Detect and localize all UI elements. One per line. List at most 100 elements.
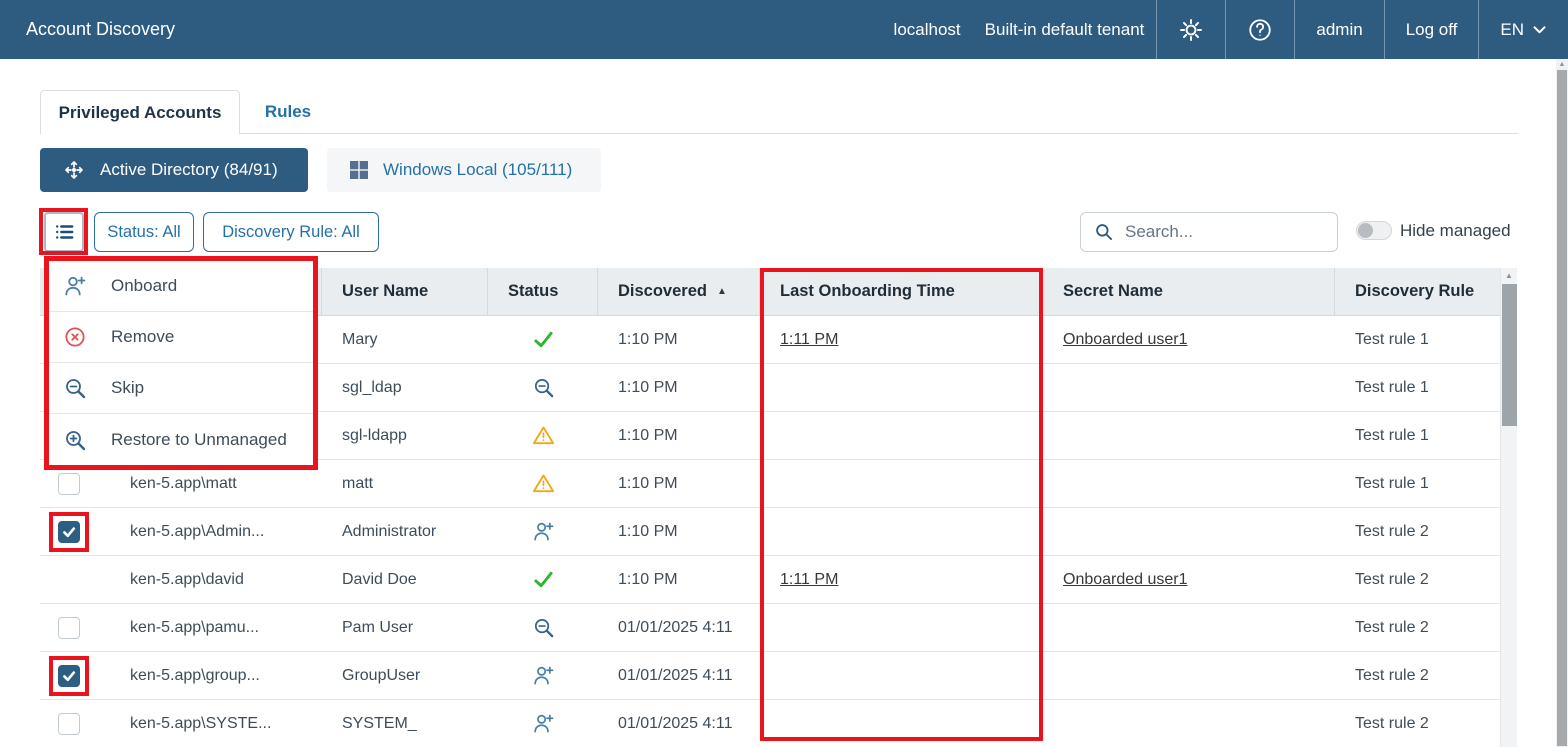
- col-header-discovered[interactable]: Discovered▲: [598, 268, 760, 315]
- table-scrollbar[interactable]: ▲: [1500, 268, 1517, 747]
- cell-user-name: sgl-ldapp: [322, 412, 488, 459]
- cell-checkbox: [40, 604, 126, 651]
- table-scrollbar-thumb[interactable]: [1502, 284, 1517, 426]
- last-onboarding-link[interactable]: 1:11 PM: [780, 571, 838, 589]
- cell-discovery-rule: Test rule 2: [1335, 700, 1500, 747]
- discovery-rule-name: Test rule 2: [1355, 571, 1429, 589]
- menu-item-remove[interactable]: Remove: [49, 312, 313, 363]
- cell-discovery-rule: Test rule 1: [1335, 412, 1500, 459]
- cell-secret-name: [1043, 652, 1335, 699]
- cell-discovery-rule: Test rule 1: [1335, 364, 1500, 411]
- col-header-status[interactable]: Status: [488, 268, 598, 315]
- page-title: Account Discovery: [0, 0, 175, 59]
- cell-secret-name: [1043, 364, 1335, 411]
- cell-discovery-rule: Test rule 2: [1335, 556, 1500, 603]
- col-header-last_onboarding[interactable]: Last Onboarding Time: [760, 268, 1043, 315]
- checkbox-wrap: [58, 617, 80, 639]
- scroll-up-icon[interactable]: ▲: [1501, 268, 1517, 282]
- discovery-rule-filter-button[interactable]: Discovery Rule: All: [203, 212, 379, 252]
- cell-secret-name: [1043, 460, 1335, 507]
- cell-status: [488, 604, 598, 651]
- col-header-user[interactable]: User Name: [322, 268, 488, 315]
- menu-item-skip[interactable]: Skip: [49, 363, 313, 414]
- account-name: ken-5.app\group...: [130, 667, 260, 685]
- cell-secret-name: [1043, 604, 1335, 651]
- cell-account: ken-5.app\pamu...: [126, 604, 322, 651]
- navbar: Account Discovery localhost Built-in def…: [0, 0, 1568, 59]
- discovery-rule-name: Test rule 1: [1355, 331, 1429, 349]
- user-name: Pam User: [342, 619, 413, 637]
- active-directory-button[interactable]: Active Directory (84/91): [40, 148, 308, 192]
- row-checkbox[interactable]: [58, 617, 80, 639]
- windows-local-button[interactable]: Windows Local (105/111): [327, 148, 601, 192]
- tab-label: Rules: [265, 102, 311, 122]
- person-plus-icon: [63, 274, 87, 298]
- tab-rules[interactable]: Rules: [252, 90, 324, 133]
- user-name: SYSTEM_: [342, 715, 417, 733]
- menu-item-label: Remove: [111, 327, 174, 347]
- table-row: ken-5.app\Admin...Administrator1:10 PMTe…: [40, 508, 1500, 556]
- account-name: ken-5.app\SYSTE...: [130, 715, 271, 733]
- tab-privileged-accounts[interactable]: Privileged Accounts: [40, 90, 240, 134]
- cell-last-onboarding: [760, 700, 1043, 747]
- cell-user-name: GroupUser: [322, 652, 488, 699]
- secret-name-link[interactable]: Onboarded user1: [1063, 331, 1188, 349]
- search-input[interactable]: [1123, 221, 1317, 243]
- col-header-rule[interactable]: Discovery Rule: [1335, 268, 1500, 315]
- row-checkbox[interactable]: [58, 713, 80, 735]
- cell-last-onboarding: 1:11 PM: [760, 316, 1043, 363]
- table-row: ken-5.app\davidDavid Doe1:10 PM1:11 PMOn…: [40, 556, 1500, 604]
- discovered-time: 1:10 PM: [618, 475, 678, 493]
- cell-discovered: 1:10 PM: [598, 364, 760, 411]
- checkbox-wrap: [58, 713, 80, 735]
- discovered-time: 1:10 PM: [618, 331, 678, 349]
- user-name: Administrator: [342, 523, 436, 541]
- cell-secret-name: Onboarded user1: [1043, 556, 1335, 603]
- col-header-label: Status: [508, 282, 558, 301]
- menu-item-label: Restore to Unmanaged: [111, 430, 287, 450]
- col-header-label: User Name: [342, 282, 428, 301]
- settings-button[interactable]: [1156, 0, 1225, 59]
- bulk-actions-button[interactable]: [44, 212, 84, 252]
- source-label: Windows Local (105/111): [383, 160, 572, 180]
- zoom-minus-icon: [532, 616, 555, 639]
- discovery-rule-name: Test rule 1: [1355, 475, 1429, 493]
- checkbox-wrap: [58, 521, 80, 543]
- cell-discovered: 1:10 PM: [598, 412, 760, 459]
- cell-secret-name: Onboarded user1: [1043, 316, 1335, 363]
- cell-status: [488, 316, 598, 363]
- source-label: Active Directory (84/91): [100, 160, 278, 180]
- help-button[interactable]: [1225, 0, 1294, 59]
- scroll-up-icon[interactable]: ▲: [1556, 59, 1568, 69]
- menu-item-onboard[interactable]: Onboard: [49, 261, 313, 312]
- user-menu[interactable]: admin: [1294, 0, 1383, 59]
- col-header-secret[interactable]: Secret Name: [1043, 268, 1335, 315]
- status-filter-button[interactable]: Status: All: [94, 212, 194, 252]
- cell-secret-name: [1043, 412, 1335, 459]
- language-selector[interactable]: EN: [1478, 0, 1568, 59]
- last-onboarding-link[interactable]: 1:11 PM: [780, 331, 838, 349]
- row-checkbox[interactable]: [58, 521, 80, 543]
- user-name: matt: [342, 475, 373, 493]
- page-scrollbar-thumb[interactable]: [1557, 70, 1567, 746]
- zoom-plus-icon: [63, 428, 87, 452]
- logoff-label: Log off: [1406, 20, 1458, 40]
- active-directory-icon: [62, 158, 86, 182]
- cell-last-onboarding: [760, 508, 1043, 555]
- cell-status: [488, 700, 598, 747]
- check-icon: [532, 328, 555, 351]
- row-checkbox[interactable]: [58, 473, 80, 495]
- logoff-button[interactable]: Log off: [1384, 0, 1479, 59]
- row-checkbox[interactable]: [58, 665, 80, 687]
- cell-checkbox: [40, 652, 126, 699]
- sort-asc-icon: ▲: [717, 286, 727, 297]
- cell-status: [488, 364, 598, 411]
- page-scrollbar[interactable]: ▲: [1556, 59, 1568, 747]
- secret-name-link[interactable]: Onboarded user1: [1063, 571, 1188, 589]
- cell-discovered: 01/01/2025 4:11: [598, 700, 760, 747]
- cell-discovery-rule: Test rule 2: [1335, 604, 1500, 651]
- account-name: ken-5.app\matt: [130, 475, 237, 493]
- user-name: Mary: [342, 331, 378, 349]
- hide-managed-toggle[interactable]: [1356, 221, 1392, 240]
- menu-item-restore-to-unmanaged[interactable]: Restore to Unmanaged: [49, 414, 313, 465]
